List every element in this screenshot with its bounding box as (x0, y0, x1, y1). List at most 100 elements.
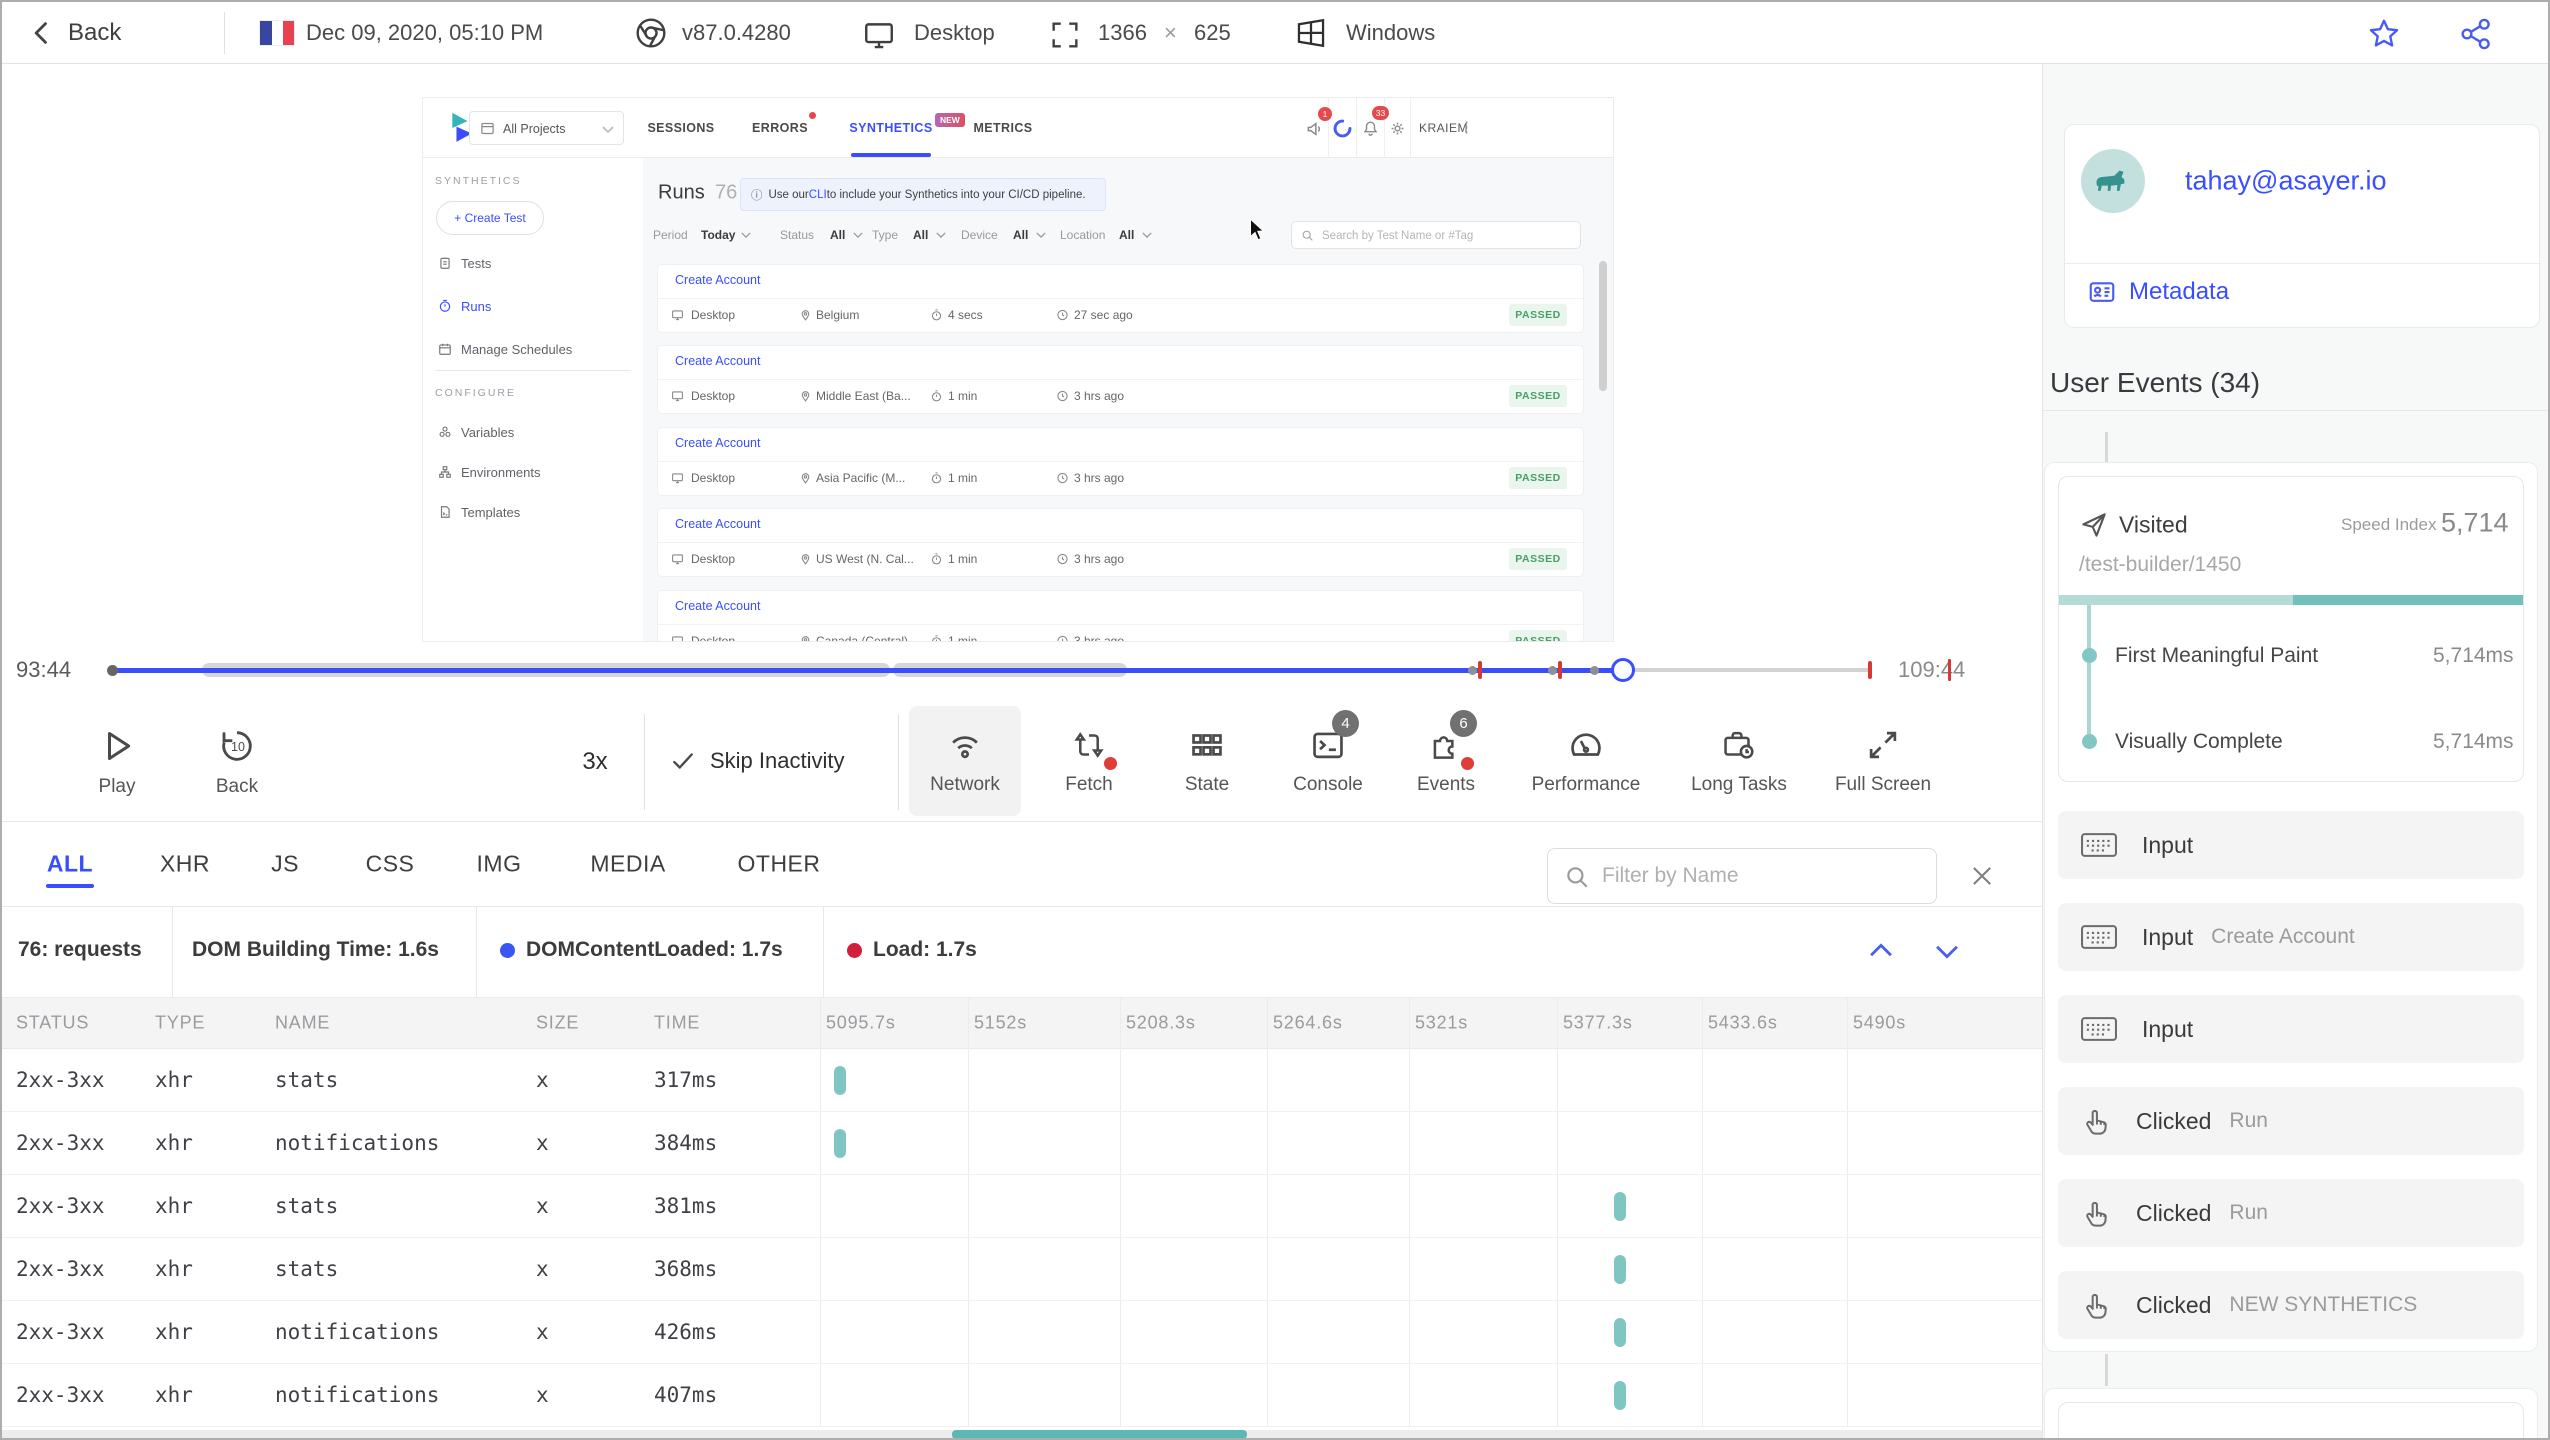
speed-index-value: 5,714 (2441, 507, 2509, 538)
fetch-label: Fetch (1065, 774, 1113, 795)
event-row-input[interactable]: Input (2058, 995, 2524, 1063)
back-label: Back (68, 19, 122, 46)
cell-time: 317ms (654, 1068, 718, 1092)
filter-input[interactable] (1602, 849, 1922, 903)
request-row[interactable]: 2xx-3xx xhr stats x 381ms (2, 1175, 2042, 1238)
back-label: Back (215, 776, 259, 797)
time-tick: 5208.3s (1126, 1012, 1196, 1033)
metadata-button[interactable]: Metadata (2087, 277, 2229, 307)
run-name-link: Create Account (675, 436, 761, 450)
visited-event-card[interactable]: Visited Speed Index 5,714 /test-builder/… (2058, 476, 2524, 782)
cell-size: x (536, 1383, 549, 1407)
request-row[interactable]: 2xx-3xx xhr stats x 368ms (2, 1238, 2042, 1301)
cell-status: 2xx-3xx (16, 1320, 105, 1344)
favorite-star-icon[interactable] (2366, 16, 2402, 52)
pointer-icon (2080, 1197, 2112, 1229)
location-pin-icon (799, 472, 812, 485)
next-event-card (2058, 1402, 2524, 1438)
cell-name: notifications (275, 1383, 440, 1407)
share-icon[interactable] (2458, 16, 2494, 52)
event-label: Input (2142, 923, 2194, 950)
run-location: Canada (Central) (816, 634, 909, 642)
time-tick: 5377.3s (1563, 1012, 1633, 1033)
replayed-app-topbar: All Projects SESSIONS ERRORS SYNTHETICS … (423, 98, 1613, 158)
event-dot (1590, 666, 1599, 675)
monitor-icon (671, 472, 684, 485)
horizontal-scrollbar-thumb[interactable] (952, 1430, 1247, 1438)
full-screen-button[interactable]: Full Screen (1808, 726, 1958, 796)
event-row-input[interactable]: Input Create Account (2058, 903, 2524, 971)
metadata-label: Metadata (2129, 278, 2230, 305)
timeline-track-remaining[interactable] (1623, 668, 1872, 672)
load-time: Load: 1.7s (873, 938, 977, 961)
clock-icon (1056, 390, 1069, 403)
cell-status: 2xx-3xx (16, 1194, 105, 1218)
user-card: tahay@asayer.io Metadata (2064, 124, 2541, 328)
tab-css[interactable]: CSS (366, 851, 415, 878)
tab-other[interactable]: OTHER (738, 851, 821, 878)
divider (644, 714, 645, 810)
location-pin-icon (799, 309, 812, 322)
bell-icon (1361, 119, 1380, 138)
back-10-button[interactable]: 10 Back (162, 726, 312, 798)
performance-label: Performance (1531, 774, 1641, 795)
clock-icon (1056, 553, 1069, 566)
chevron-down-icon (602, 125, 614, 134)
column-size: SIZE (536, 1012, 580, 1033)
event-row-clicked[interactable]: Clicked Run (2058, 1087, 2524, 1155)
cell-size: x (536, 1068, 549, 1092)
events-panel-button[interactable]: Events (1371, 726, 1521, 796)
location-pin-icon (799, 390, 812, 403)
cell-status: 2xx-3xx (16, 1257, 105, 1281)
tab-xhr[interactable]: XHR (160, 851, 210, 878)
event-row-input[interactable]: Input (2058, 811, 2524, 879)
jump-up-icon[interactable] (1864, 934, 1898, 968)
replay-viewport[interactable]: All Projects SESSIONS ERRORS SYNTHETICS … (422, 97, 1614, 642)
timeline-scrubber[interactable] (1611, 658, 1635, 682)
request-row[interactable]: 2xx-3xx xhr notifications x 384ms (2, 1112, 2042, 1175)
performance-panel-button[interactable]: Performance (1511, 726, 1661, 796)
request-row[interactable]: 2xx-3xx xhr notifications x 426ms (2, 1301, 2042, 1364)
scrollbar[interactable] (1599, 261, 1607, 391)
request-row[interactable]: 2xx-3xx xhr stats x 317ms (2, 1049, 2042, 1112)
skip-inactivity-checkbox[interactable]: Skip Inactivity (670, 748, 845, 774)
cell-name: notifications (275, 1320, 440, 1344)
divider (435, 370, 631, 371)
runs-count: 76 (715, 181, 738, 204)
event-row-clicked[interactable]: Clicked NEW SYNTHETICS (2058, 1271, 2524, 1339)
event-row-clicked[interactable]: Clicked Run (2058, 1179, 2524, 1247)
navigate-icon (2079, 510, 2109, 540)
create-test-button: + Create Test (436, 201, 544, 235)
active-tab-underline (851, 153, 931, 157)
visited-label: Visited (2119, 511, 2188, 538)
jump-down-icon[interactable] (1930, 934, 1964, 968)
long-tasks-panel-button[interactable]: Long Tasks (1664, 726, 1814, 796)
close-panel-icon[interactable] (1968, 862, 1996, 890)
dom-building-time: DOM Building Time: 1.6s (192, 938, 439, 961)
chevron-left-icon (28, 19, 56, 47)
events-alert-dot (1461, 757, 1474, 770)
exception-marker (1948, 659, 1951, 681)
tab-js[interactable]: JS (271, 851, 299, 878)
cell-time: 381ms (654, 1194, 718, 1218)
event-detail: Create Account (2211, 925, 2355, 948)
app-search-placeholder: Search by Test Name or #Tag (1322, 230, 1474, 242)
filter-by-name-input[interactable] (1547, 848, 1937, 904)
run-location: US West (N. Cal... (816, 552, 914, 566)
progress-bar-left (2059, 595, 2293, 605)
pointer-icon (2080, 1105, 2112, 1137)
tab-all[interactable]: ALL (47, 851, 93, 878)
cell-time: 426ms (654, 1320, 718, 1344)
user-email-link[interactable]: tahay@asayer.io (2185, 166, 2387, 197)
id-card-icon (2087, 277, 2117, 307)
timeline-track-played[interactable] (112, 668, 1623, 673)
exception-marker (1478, 661, 1482, 679)
speed-toggle[interactable]: 3x (582, 748, 607, 776)
tab-media[interactable]: MEDIA (590, 851, 665, 878)
request-waterfall-bar (1614, 1255, 1626, 1284)
notifications-badge: 33 (1372, 106, 1389, 120)
back-button[interactable]: Back (28, 19, 121, 47)
request-row[interactable]: 2xx-3xx xhr notifications x 407ms (2, 1364, 2042, 1427)
tab-img[interactable]: IMG (477, 851, 522, 878)
search-icon (1564, 864, 1590, 890)
